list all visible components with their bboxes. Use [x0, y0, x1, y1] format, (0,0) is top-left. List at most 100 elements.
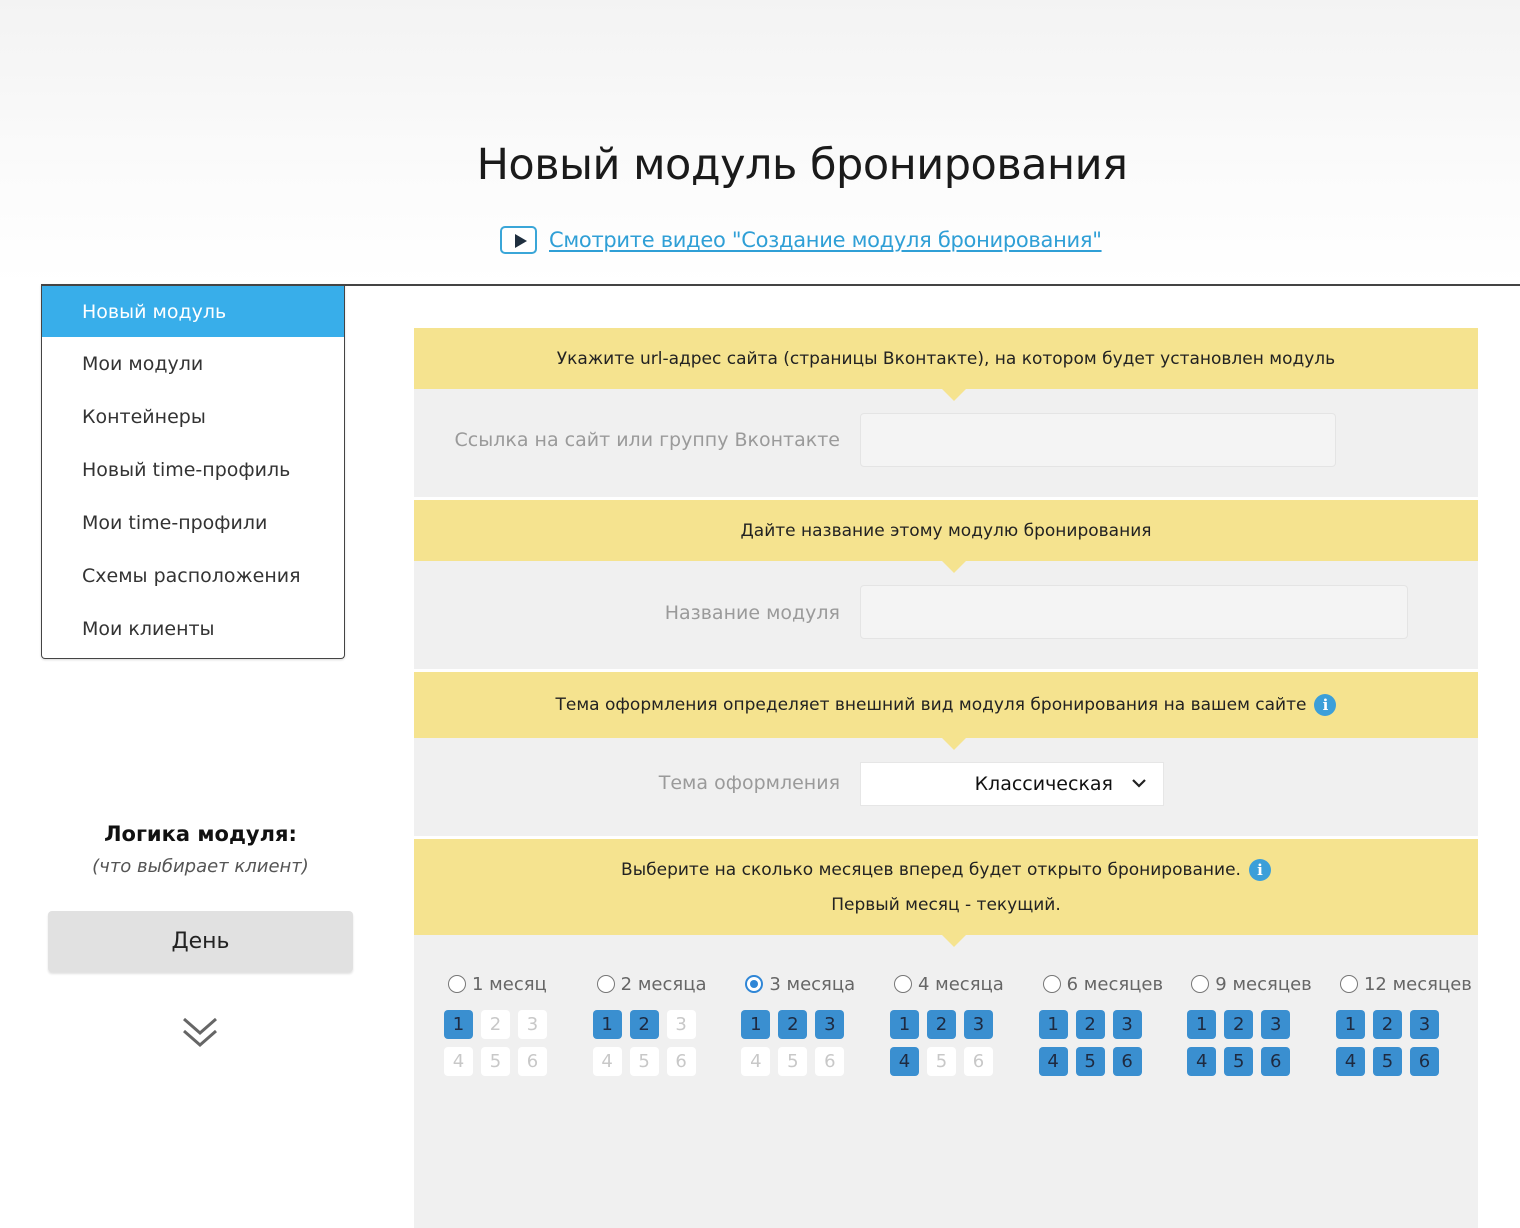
- month-option-label: 2 месяца: [620, 973, 707, 995]
- name-section-heading-text: Дайте название этому модулю бронирования: [740, 520, 1152, 541]
- month-cell: 5: [1075, 1047, 1105, 1076]
- month-option-label: 12 месяцев: [1363, 973, 1472, 995]
- video-link-text: Смотрите видео "Создание модуля брониров…: [549, 228, 1102, 252]
- month-cell: 3: [518, 1010, 547, 1039]
- month-cell: 5: [629, 1047, 659, 1076]
- month-option-label: 9 месяцев: [1215, 973, 1312, 995]
- month-cell: 5: [926, 1047, 956, 1076]
- month-cell: 5: [1224, 1047, 1254, 1076]
- sidebar-item-new-time-profile[interactable]: Новый time-профиль: [42, 443, 344, 496]
- month-cell: 2: [629, 1010, 659, 1039]
- video-link[interactable]: Смотрите видео "Создание модуля брониров…: [500, 224, 1102, 256]
- month-option-3[interactable]: 3 месяца: [745, 970, 863, 998]
- sidebar-item-label: Мои time-профили: [82, 511, 268, 534]
- month-cell: 1: [889, 1010, 919, 1039]
- name-section-heading: Дайте название этому модулю бронирования: [414, 500, 1478, 573]
- form-panel: Укажите url-адрес сайта (страницы Вконта…: [414, 328, 1478, 1228]
- theme-section-heading: Тема оформления определяет внешний вид м…: [414, 672, 1478, 750]
- day-button[interactable]: День: [48, 911, 353, 972]
- theme-section-heading-row: Тема оформления определяет внешний вид м…: [556, 694, 1337, 716]
- month-cell: 2: [1224, 1010, 1254, 1039]
- radio-button[interactable]: [893, 975, 912, 993]
- month-cell: 6: [963, 1047, 993, 1076]
- sidebar-item-layout-schemes[interactable]: Схемы расположения: [42, 549, 344, 602]
- page-title: Новый модуль бронирования: [476, 140, 1128, 190]
- month-cell: 3: [1409, 1010, 1439, 1039]
- double-chevron-down-icon[interactable]: [180, 1015, 220, 1051]
- month-cell: 5: [778, 1047, 808, 1076]
- month-preview-grid: 123 456: [592, 1010, 715, 1076]
- month-option-column: 12 месяцев 1 2 3 4 5 6: [1335, 970, 1472, 1076]
- sidebar-item-my-modules[interactable]: Мои модули: [42, 337, 344, 390]
- month-cell: 4: [444, 1047, 473, 1076]
- month-cell: 3: [1112, 1010, 1142, 1039]
- radio-button[interactable]: [448, 975, 466, 993]
- sidebar-item-label: Новый time-профиль: [82, 458, 291, 481]
- radio-button[interactable]: [1339, 975, 1358, 993]
- sidebar-item-my-time-profiles[interactable]: Мои time-профили: [42, 496, 344, 549]
- month-option-12[interactable]: 12 месяцев: [1339, 970, 1472, 998]
- month-cell: 3: [1261, 1010, 1291, 1039]
- month-cell: 6: [1409, 1047, 1439, 1076]
- sidebar: Новый модуль Мои модули Контейнеры Новый…: [41, 284, 345, 659]
- month-option-label: 6 месяцев: [1066, 973, 1164, 995]
- name-field-label: Название модуля: [664, 602, 840, 624]
- month-option-label: 3 месяца: [769, 973, 856, 995]
- month-preview-grid: 123 456: [889, 1010, 1012, 1076]
- theme-select[interactable]: Классическая: [860, 762, 1164, 806]
- month-cell: 4: [889, 1047, 919, 1076]
- month-cell: 4: [1038, 1047, 1068, 1076]
- month-option-1[interactable]: 1 месяц: [448, 970, 566, 998]
- radio-button[interactable]: [1042, 975, 1061, 993]
- month-cell: 1: [1187, 1010, 1217, 1039]
- month-cell: 2: [1075, 1010, 1105, 1039]
- theme-field-label: Тема оформления: [658, 772, 840, 794]
- month-cell: 6: [1261, 1047, 1291, 1076]
- url-section-heading: Укажите url-адрес сайта (страницы Вконта…: [414, 328, 1478, 401]
- month-cell: 2: [926, 1010, 956, 1039]
- sidebar-item-my-clients[interactable]: Мои клиенты: [42, 602, 344, 655]
- info-icon[interactable]: i: [1314, 694, 1337, 716]
- month-cell: 1: [741, 1010, 771, 1039]
- month-cell: 2: [778, 1010, 808, 1039]
- month-cell: 3: [963, 1010, 993, 1039]
- month-cell: 4: [1187, 1047, 1217, 1076]
- month-cell: 2: [481, 1010, 510, 1039]
- month-option-label: 4 месяца: [917, 973, 1004, 995]
- month-cell: 4: [592, 1047, 622, 1076]
- month-option-4[interactable]: 4 месяца: [893, 970, 1012, 998]
- month-option-6[interactable]: 6 месяцев: [1042, 970, 1164, 998]
- sidebar-item-label: Новый модуль: [82, 300, 227, 323]
- info-icon[interactable]: i: [1248, 859, 1271, 881]
- month-cell: 1: [444, 1010, 473, 1039]
- month-option-9[interactable]: 9 месяцев: [1191, 970, 1312, 998]
- month-cell: 6: [1112, 1047, 1142, 1076]
- logic-subtitle: (что выбирает клиент): [92, 856, 309, 877]
- radio-button[interactable]: [596, 975, 615, 993]
- module-name-input[interactable]: [860, 585, 1408, 639]
- radio-button[interactable]: [1191, 975, 1210, 993]
- theme-selected-value: Классическая: [974, 773, 1113, 795]
- month-cell: 4: [1335, 1047, 1365, 1076]
- month-cell: 3: [666, 1010, 696, 1039]
- month-option-column: 2 месяца 1 2 3 4 5 6: [592, 970, 715, 1076]
- month-cell: 5: [1372, 1047, 1402, 1076]
- months-section-heading: Выберите на сколько месяцев вперед будет…: [414, 839, 1478, 947]
- url-field-label: Ссылка на сайт или группу Вконтакте: [454, 429, 840, 451]
- month-cell: 1: [1335, 1010, 1365, 1039]
- sidebar-item-new-module[interactable]: Новый модуль: [42, 284, 344, 337]
- month-cell: 3: [815, 1010, 845, 1039]
- month-cell: 6: [815, 1047, 845, 1076]
- month-cell: 2: [1372, 1010, 1402, 1039]
- url-input[interactable]: [860, 413, 1336, 467]
- sidebar-item-containers[interactable]: Контейнеры: [42, 390, 344, 443]
- month-option-column: 3 месяца 1 2 3 4 5 6: [741, 970, 863, 1076]
- month-option-column: 4 месяца 1 2 3 4 5 6: [889, 970, 1012, 1076]
- month-option-2[interactable]: 2 месяца: [596, 970, 715, 998]
- month-cell: 5: [481, 1047, 510, 1076]
- month-preview-grid: 123 456: [1038, 1010, 1161, 1076]
- radio-button[interactable]: [745, 975, 764, 993]
- sidebar-item-label: Схемы расположения: [82, 564, 301, 587]
- month-option-column: 1 месяц 1 2 3 4 5 6: [444, 970, 566, 1076]
- month-cell: 6: [666, 1047, 696, 1076]
